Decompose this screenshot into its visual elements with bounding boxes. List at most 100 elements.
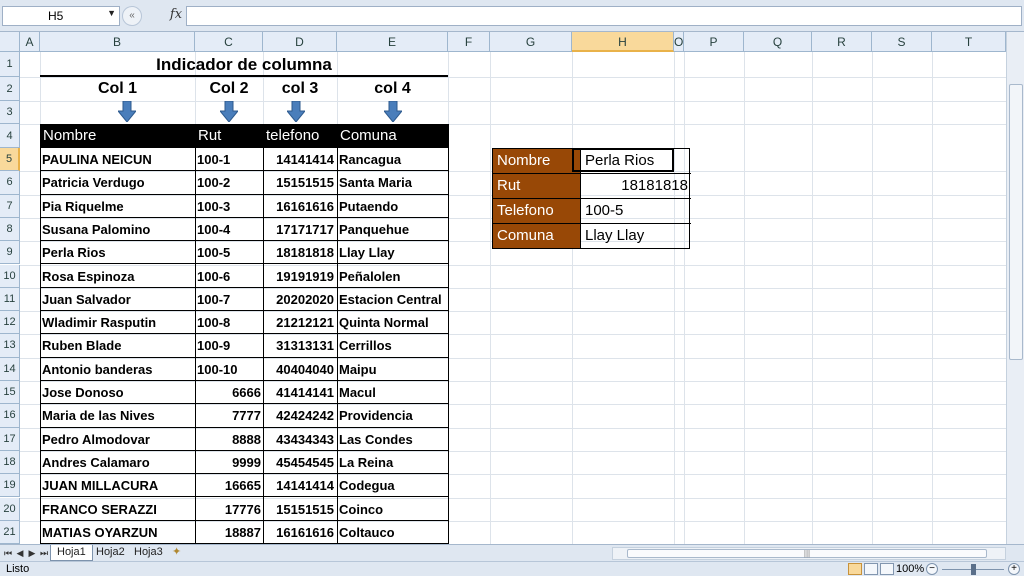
lookup-value[interactable]: 18181818: [582, 174, 691, 198]
row-header[interactable]: 21: [0, 520, 20, 545]
table-row[interactable]: FRANCO SERAZZI 17776 15151515 Coinco: [40, 498, 448, 521]
select-all-corner[interactable]: [0, 32, 20, 52]
cell-phone[interactable]: 42424242: [264, 404, 334, 427]
lookup-value[interactable]: Llay Llay: [582, 224, 691, 248]
cell-phone[interactable]: 45454545: [264, 451, 334, 474]
cell-comuna[interactable]: Putaendo: [339, 195, 447, 218]
row-header[interactable]: 8: [0, 217, 20, 242]
column-header-d[interactable]: D: [263, 32, 337, 52]
cell-phone[interactable]: 15151515: [264, 171, 334, 194]
cell-comuna[interactable]: Llay Llay: [339, 241, 447, 264]
cell-comuna[interactable]: Quinta Normal: [339, 311, 447, 334]
row-header[interactable]: 4: [0, 124, 20, 148]
column-header-c[interactable]: C: [195, 32, 263, 52]
cell-rut[interactable]: 100-9: [197, 334, 261, 357]
chevron-down-icon[interactable]: ▼: [107, 8, 116, 18]
collapse-icon[interactable]: «: [122, 6, 142, 26]
row-header[interactable]: 10: [0, 264, 20, 288]
cell-rut[interactable]: 100-10: [197, 358, 261, 381]
cell-rut[interactable]: 100-4: [197, 218, 261, 241]
column-header-p[interactable]: P: [684, 32, 744, 52]
cell-comuna[interactable]: Coltauco: [339, 521, 447, 544]
cell-rut[interactable]: 6666: [197, 381, 261, 404]
cell-phone[interactable]: 16161616: [264, 195, 334, 218]
cell-name[interactable]: Juan Salvador: [42, 288, 194, 311]
column-header-g[interactable]: G: [490, 32, 572, 52]
cell-rut[interactable]: 100-6: [197, 265, 261, 288]
table-row[interactable]: MATIAS OYARZUN 18887 16161616 Coltauco: [40, 521, 448, 545]
row-header[interactable]: 16: [0, 404, 20, 428]
table-row[interactable]: Jose Donoso 6666 41414141 Macul: [40, 381, 448, 405]
table-row[interactable]: Maria de las Nives 7777 42424242 Providenci…: [40, 404, 448, 428]
cell-phone[interactable]: 17171717: [264, 218, 334, 241]
cell-comuna[interactable]: Codegua: [339, 474, 447, 497]
row-header[interactable]: 1: [0, 52, 20, 77]
tab-hoja2[interactable]: Hoja2: [90, 545, 131, 561]
cell-comuna[interactable]: Las Condes: [339, 428, 447, 451]
cell-name[interactable]: Ruben Blade: [42, 334, 194, 357]
row-header[interactable]: 5: [0, 148, 20, 172]
cell-phone[interactable]: 16161616: [264, 521, 334, 544]
cell-rut[interactable]: 100-8: [197, 311, 261, 334]
page-layout-view-icon[interactable]: [864, 563, 878, 575]
lookup-value[interactable]: 100-5: [582, 199, 691, 223]
table-row[interactable]: Andres Calamaro 9999 45454545 La Reina: [40, 451, 448, 475]
zoom-in-icon[interactable]: +: [1008, 563, 1020, 575]
cell-phone[interactable]: 31313131: [264, 334, 334, 357]
zoom-slider-thumb[interactable]: [971, 564, 976, 575]
cell-name[interactable]: Pia Riquelme: [42, 195, 194, 218]
cell-comuna[interactable]: Estacion Central: [339, 288, 447, 311]
table-row[interactable]: Pedro Almodovar 8888 43434343 Las Condes: [40, 428, 448, 451]
insert-sheet-icon[interactable]: ✦: [166, 545, 187, 561]
row-header[interactable]: 11: [0, 287, 20, 312]
table-row[interactable]: Wladimir Rasputin 100-8 21212121 Quinta Nor…: [40, 311, 448, 335]
table-row[interactable]: JUAN MILLACURA 16665 14141414 Codegua: [40, 474, 448, 498]
column-header-s[interactable]: S: [872, 32, 932, 52]
column-header-a[interactable]: A: [20, 32, 40, 52]
zoom-level[interactable]: 100%: [896, 563, 924, 575]
horizontal-scrollbar[interactable]: |||: [612, 547, 1006, 560]
table-row[interactable]: Antonio banderas 100-10 40404040 Maipu: [40, 358, 448, 381]
last-sheet-icon[interactable]: ⏭: [38, 546, 50, 560]
cell-name[interactable]: Patricia Verdugo: [42, 171, 194, 194]
cell-rut[interactable]: 7777: [197, 404, 261, 427]
cell-comuna[interactable]: Panquehue: [339, 218, 447, 241]
cell-rut[interactable]: 16665: [197, 474, 261, 497]
table-row[interactable]: Patricia Verdugo 100-2 15151515 Santa Maria: [40, 171, 448, 195]
row-header[interactable]: 19: [0, 474, 20, 498]
row-header[interactable]: 9: [0, 241, 20, 265]
cell-name[interactable]: Pedro Almodovar: [42, 428, 194, 451]
cell-name[interactable]: Maria de las Nives: [42, 404, 194, 427]
column-header-b[interactable]: B: [40, 32, 195, 52]
cell-name[interactable]: FRANCO SERAZZI: [42, 498, 194, 521]
cell-name[interactable]: Jose Donoso: [42, 381, 194, 404]
cell-phone[interactable]: 40404040: [264, 358, 334, 381]
cell-rut[interactable]: 9999: [197, 451, 261, 474]
column-header-t[interactable]: T: [932, 32, 1006, 52]
cell-name[interactable]: PAULINA NEICUN: [42, 148, 194, 171]
cell-phone[interactable]: 15151515: [264, 498, 334, 521]
row-header[interactable]: 12: [0, 311, 20, 335]
cell-rut[interactable]: 100-5: [197, 241, 261, 264]
vertical-scroll-thumb[interactable]: [1009, 84, 1023, 360]
row-header[interactable]: 3: [0, 101, 20, 124]
table-row[interactable]: PAULINA NEICUN 100-1 14141414 Rancagua: [40, 148, 448, 172]
cell-name[interactable]: MATIAS OYARZUN: [42, 521, 194, 544]
cell-rut[interactable]: 17776: [197, 498, 261, 521]
cell-comuna[interactable]: Maipu: [339, 358, 447, 381]
cell-name[interactable]: Susana Palomino: [42, 218, 194, 241]
cell-comuna[interactable]: Macul: [339, 381, 447, 404]
cell-rut[interactable]: 100-3: [197, 195, 261, 218]
cell-comuna[interactable]: Providencia: [339, 404, 447, 427]
cell-rut[interactable]: 8888: [197, 428, 261, 451]
table-row[interactable]: Juan Salvador 100-7 20202020 Estacion Centr…: [40, 288, 448, 312]
cell-comuna[interactable]: La Reina: [339, 451, 447, 474]
insert-function-button[interactable]: fx: [166, 5, 186, 25]
column-header-q[interactable]: Q: [744, 32, 812, 52]
table-row[interactable]: Pia Riquelme 100-3 16161616 Putaendo: [40, 195, 448, 218]
zoom-out-icon[interactable]: −: [926, 563, 938, 575]
cell-comuna[interactable]: Coinco: [339, 498, 447, 521]
tab-hoja1[interactable]: Hoja1: [50, 545, 93, 561]
normal-view-icon[interactable]: [848, 563, 862, 575]
cell-phone[interactable]: 18181818: [264, 241, 334, 264]
